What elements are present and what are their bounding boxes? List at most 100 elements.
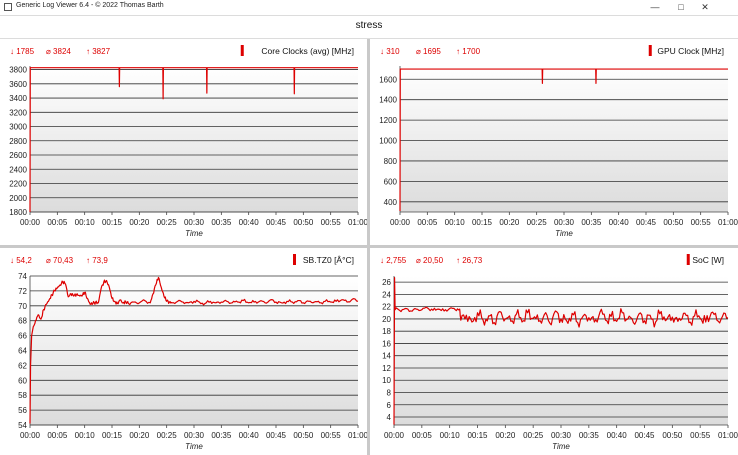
y-tick-label: 3000 [9, 123, 27, 132]
y-tick-label: 6 [387, 401, 392, 410]
chart-gpu-clock: ↓ 310 ⌀ 1695 ↑ 1700 GPU Clock [MHz] 1600 1400… [379, 45, 738, 238]
plot-area [400, 66, 728, 212]
x-tick-label: 00:00 [384, 431, 405, 440]
x-tick-label: 00:35 [211, 218, 232, 227]
header-bar: stress [0, 15, 738, 39]
y-tick-label: 2800 [9, 137, 27, 146]
y-tick-label: 18 [382, 327, 391, 336]
y-tick-label: 58 [18, 391, 27, 400]
x-tick-label: 00:20 [499, 218, 520, 227]
legend-swatch [686, 254, 690, 265]
stat-avg: ⌀ 70,43 [46, 256, 74, 265]
plot-area [30, 66, 358, 212]
x-tick-label: 01:00 [718, 218, 738, 227]
x-tick-label: 00:05 [47, 431, 68, 440]
y-tick-label: 10 [382, 376, 391, 385]
chart-title: Core Clocks (avg) [MHz] [261, 46, 354, 56]
x-tick-label: 00:15 [102, 431, 123, 440]
x-tick-label: 00:05 [417, 218, 438, 227]
chart-panel-core-clocks: ↓ 1785 ⌀ 3824 ↑ 3827 Core Clocks (avg) [MHz… [0, 39, 367, 245]
y-tick-label: 3800 [9, 66, 27, 75]
chart-title: SoC [W] [692, 255, 724, 265]
x-axis-label: Time [185, 229, 203, 238]
y-tick-label: 1400 [379, 96, 397, 105]
stat-max: ↑ 1700 [456, 47, 481, 56]
y-tick-label: 68 [18, 317, 27, 326]
y-tick-label: 2400 [9, 165, 27, 174]
x-tick-label: 00:50 [293, 431, 314, 440]
y-tick-label: 400 [384, 198, 398, 207]
stat-min: ↓ 2,755 [380, 256, 407, 265]
x-tick-label: 00:00 [20, 218, 41, 227]
x-tick-label: 00:40 [239, 218, 260, 227]
x-tick-label: 00:10 [75, 218, 96, 227]
x-tick-label: 00:35 [579, 431, 600, 440]
x-tick-label: 00:35 [211, 431, 232, 440]
x-tick-label: 00:35 [581, 218, 602, 227]
y-tick-label: 62 [18, 361, 27, 370]
chart-panel-soc: ↓ 2,755 ⌀ 20,50 ↑ 26,73 SoC [W] 26 24 22 20 18 16… [370, 248, 738, 455]
y-tick-label: 4 [387, 413, 392, 422]
y-tick-label: 3200 [9, 108, 27, 117]
close-icon[interactable]: ✕ [698, 1, 712, 13]
y-tick-label: 2600 [9, 151, 27, 160]
chart-panel-gpu-clock: ↓ 310 ⌀ 1695 ↑ 1700 GPU Clock [MHz] 1600 1400… [370, 39, 738, 245]
y-tick-label: 1000 [379, 137, 397, 146]
page-title: stress [355, 20, 383, 31]
x-tick-label: 01:00 [718, 431, 738, 440]
chart-panel-sb-tz0: ↓ 54,2 ⌀ 70,43 ↑ 73,9 SB.TZ0 [Â°C] 74 72 70 68 6… [0, 248, 367, 455]
y-tick-label: 24 [382, 290, 391, 299]
x-tick-label: 01:00 [348, 431, 367, 440]
x-tick-label: 00:25 [157, 218, 178, 227]
y-tick-label: 72 [18, 287, 27, 296]
x-axis-label: Time [555, 229, 573, 238]
y-tick-label: 12 [382, 364, 391, 373]
y-tick-label: 56 [18, 406, 27, 415]
stat-avg: ⌀ 3824 [46, 47, 71, 56]
x-tick-label: 00:55 [321, 218, 342, 227]
plot-area [394, 276, 728, 425]
legend-swatch [293, 254, 296, 265]
y-tick-label: 16 [382, 339, 391, 348]
stat-avg: ⌀ 20,50 [416, 256, 444, 265]
x-tick-label: 00:40 [609, 218, 630, 227]
x-tick-label: 00:00 [20, 431, 41, 440]
chart-title: GPU Clock [MHz] [657, 46, 724, 56]
x-tick-label: 00:05 [47, 218, 68, 227]
y-tick-label: 64 [18, 347, 27, 356]
minimize-icon[interactable]: — [648, 1, 662, 13]
x-tick-label: 00:25 [527, 218, 548, 227]
x-tick-label: 00:45 [634, 431, 655, 440]
x-tick-label: 00:15 [467, 431, 488, 440]
x-tick-label: 00:10 [440, 431, 461, 440]
x-tick-label: 00:20 [495, 431, 516, 440]
stat-max: ↑ 26,73 [456, 256, 483, 265]
x-axis-label: Time [552, 442, 570, 451]
y-tick-label: 2200 [9, 180, 27, 189]
y-tick-label: 20 [382, 315, 391, 324]
stat-max: ↑ 3827 [86, 47, 111, 56]
y-tick-label: 1600 [379, 75, 397, 84]
x-tick-label: 00:05 [412, 431, 433, 440]
y-tick-label: 26 [382, 278, 391, 287]
y-tick-label: 74 [18, 272, 27, 281]
y-tick-label: 1200 [379, 116, 397, 125]
y-tick-label: 2000 [9, 194, 27, 203]
stat-avg: ⌀ 1695 [416, 47, 441, 56]
x-tick-label: 00:30 [551, 431, 572, 440]
x-axis-label: Time [185, 442, 203, 451]
x-tick-label: 00:10 [75, 431, 96, 440]
y-tick-label: 3600 [9, 80, 27, 89]
chart-core-clocks: ↓ 1785 ⌀ 3824 ↑ 3827 Core Clocks (avg) [MHz… [9, 45, 367, 238]
x-tick-label: 00:50 [663, 218, 684, 227]
legend-swatch [240, 45, 244, 56]
y-tick-label: 60 [18, 376, 27, 385]
y-tick-label: 14 [382, 352, 391, 361]
x-tick-label: 00:00 [390, 218, 411, 227]
panel-divider-horizontal[interactable] [0, 245, 738, 248]
x-tick-label: 00:10 [445, 218, 466, 227]
y-tick-label: 3400 [9, 94, 27, 103]
maximize-icon[interactable]: □ [674, 1, 688, 13]
x-tick-label: 00:50 [293, 218, 314, 227]
x-tick-label: 00:40 [607, 431, 628, 440]
